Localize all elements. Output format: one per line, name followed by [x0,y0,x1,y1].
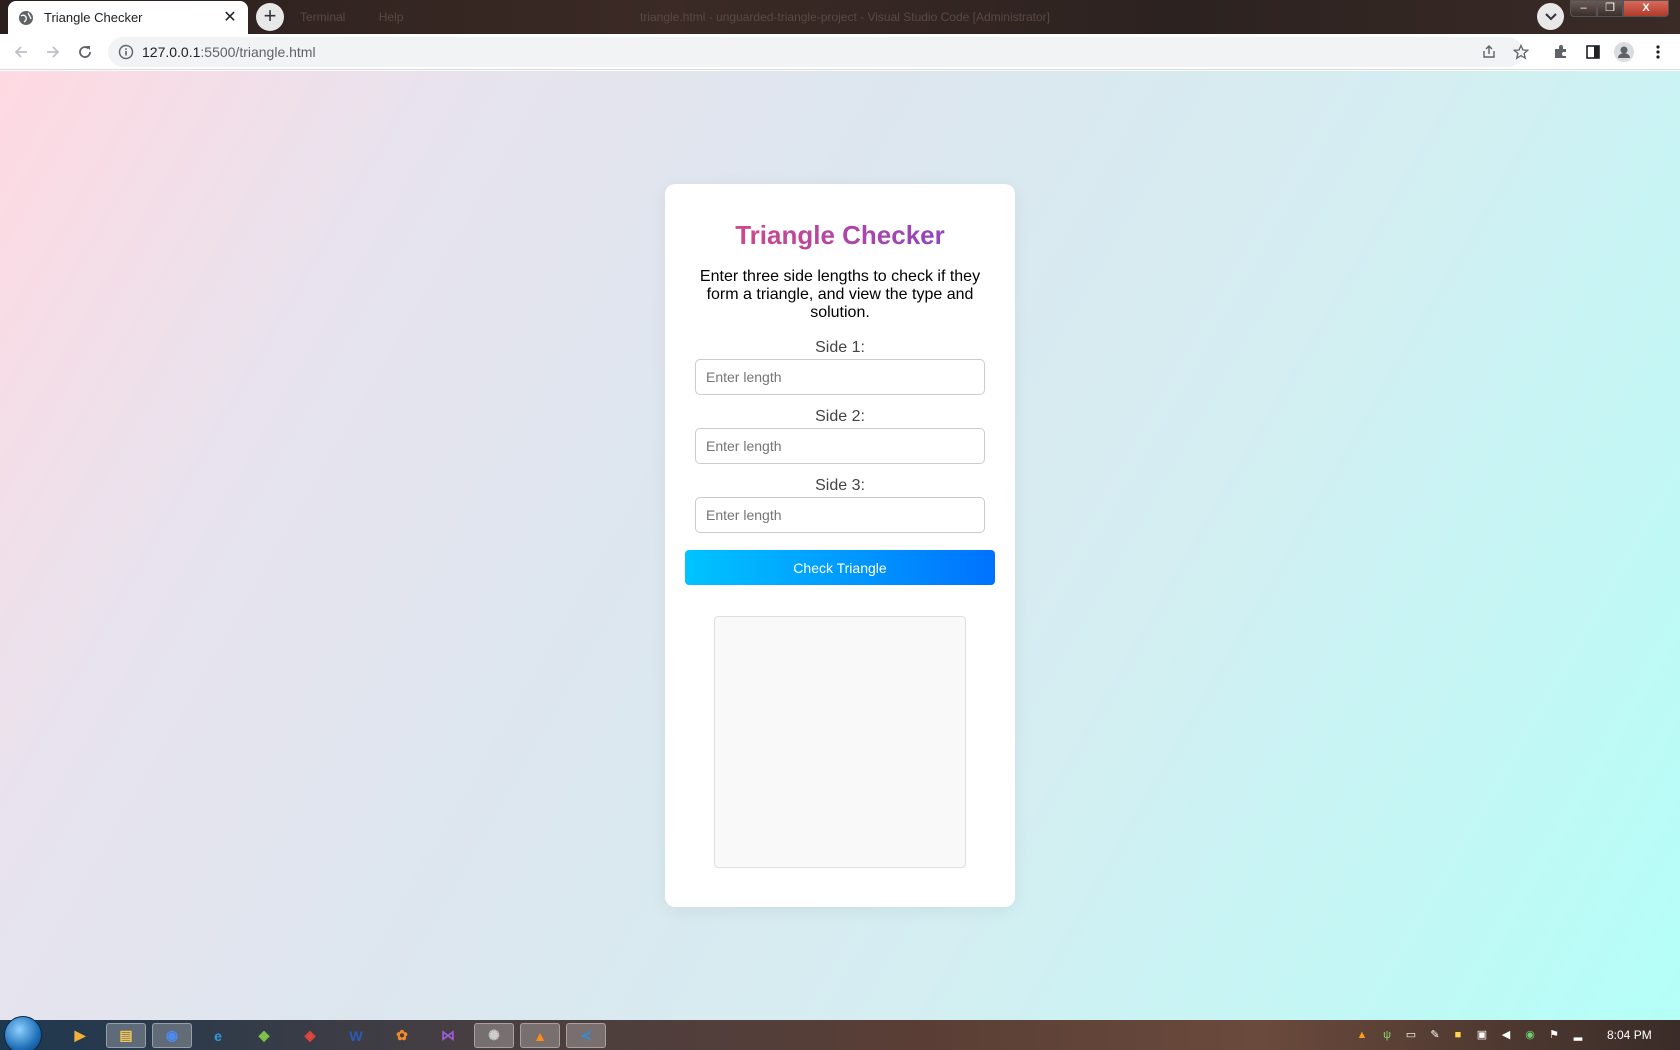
chevron-down-icon [1544,12,1557,20]
info-icon[interactable] [118,44,134,60]
arrow-right-icon [47,46,60,58]
page-description: Enter three side lengths to check if the… [699,268,981,321]
vlc-icon[interactable]: ▲ [520,1023,560,1048]
page-title: Triangle Checker [665,220,1015,251]
kebab-menu-icon [1656,45,1660,59]
side-3-input[interactable] [695,497,985,533]
close-window-button[interactable]: X [1623,0,1669,17]
back-button[interactable] [11,42,31,62]
minimize-button[interactable]: – [1570,0,1597,17]
url-path: :5500/triangle.html [200,44,316,60]
arrow-left-icon [14,46,27,58]
ghost-tab: Terminal [300,10,346,24]
puzzle-icon [1555,45,1566,58]
bookmark-button[interactable] [1511,42,1531,62]
side-panel-button[interactable] [1583,42,1603,62]
android-studio-icon[interactable]: ◆ [244,1023,284,1048]
close-tab-icon[interactable]: ✕ [222,9,238,26]
side-3-label: Side 3: [815,477,865,494]
openai-icon[interactable]: ✺ [474,1023,514,1048]
reload-button[interactable] [75,42,95,62]
page-viewport: Triangle Checker Enter three side length… [0,71,1680,1021]
chrome-icon[interactable]: ◉ [152,1023,192,1048]
side-2-input[interactable] [695,428,985,464]
blender-icon[interactable]: ✿ [382,1023,422,1048]
drive-tray-icon[interactable]: ▭ [1404,1028,1418,1042]
triangle-checker-card: Triangle Checker Enter three side length… [665,184,1015,907]
window-controls: – ❐ X [1570,0,1669,17]
file-explorer-icon[interactable]: ▤ [106,1023,146,1048]
word-icon[interactable]: W [336,1023,376,1048]
vscode-icon[interactable]: ≺ [566,1023,606,1048]
browser-titlebar: Triangle Checker ✕ + Terminal Help trian… [0,0,1680,34]
volume-icon[interactable]: ◀ [1499,1028,1513,1042]
new-tab-button[interactable]: + [256,3,284,31]
background-tabs: Terminal Help [300,10,433,24]
check-triangle-button[interactable]: Check Triangle [685,550,995,585]
system-clock[interactable]: 8:04 PM [1607,1028,1652,1042]
signal-icon[interactable]: ▂ [1571,1028,1585,1042]
star-icon [1513,44,1529,60]
reload-icon [79,46,91,58]
pen-tray-icon[interactable]: ✎ [1428,1028,1442,1042]
anydesk-icon[interactable]: ◈ [290,1023,330,1048]
network-tray-icon[interactable]: ψ [1380,1028,1394,1042]
side-panel-icon [1586,45,1600,59]
browser-tab[interactable]: Triangle Checker ✕ [8,1,248,34]
chrome-tray-icon[interactable]: ◉ [1523,1028,1537,1042]
maximize-button[interactable]: ❐ [1597,0,1623,17]
browser-toolbar: 127.0.0.1:5500/triangle.html [0,34,1680,70]
extensions-button[interactable] [1551,42,1571,62]
tab-search-button[interactable] [1537,3,1564,30]
side-2-label: Side 2: [815,408,865,425]
side-1-input[interactable] [695,359,985,395]
internet-explorer-icon[interactable]: e [198,1023,238,1048]
menu-button[interactable] [1648,42,1668,62]
background-window-title: triangle.html - unguarded-triangle-proje… [640,10,1050,24]
taskbar: ▶ ▤ ◉ e ◆ ◈ W ✿ ⋈ ✺ ▲ ≺ ▲ ψ ▭ ✎ ■ ▣ ◀ ◉ ⚑ ▂ 8:04 PM [0,1016,1680,1050]
device-tray-icon[interactable]: ▣ [1475,1028,1489,1042]
share-icon [1483,45,1495,58]
tab-title: Triangle Checker [44,10,143,25]
ghost-tab: Help [378,10,404,24]
media-player-icon[interactable]: ▶ [60,1023,100,1048]
side-1-label: Side 1: [815,339,865,356]
url-host: 127.0.0.1 [142,44,201,60]
avatar-icon [1614,42,1634,62]
flag-icon[interactable]: ⚑ [1547,1028,1561,1042]
share-button[interactable] [1479,42,1499,62]
globe-icon [19,10,33,25]
notes-tray-icon[interactable]: ■ [1451,1028,1465,1042]
vlc-tray-icon[interactable]: ▲ [1355,1028,1369,1042]
profile-button[interactable] [1614,42,1634,62]
url-text: 127.0.0.1:5500/triangle.html [142,44,316,60]
start-button[interactable] [4,1016,42,1050]
visual-studio-icon[interactable]: ⋈ [428,1023,468,1048]
result-panel [714,616,966,868]
forward-button[interactable] [43,42,63,62]
address-bar[interactable]: 127.0.0.1:5500/triangle.html [108,37,1523,67]
